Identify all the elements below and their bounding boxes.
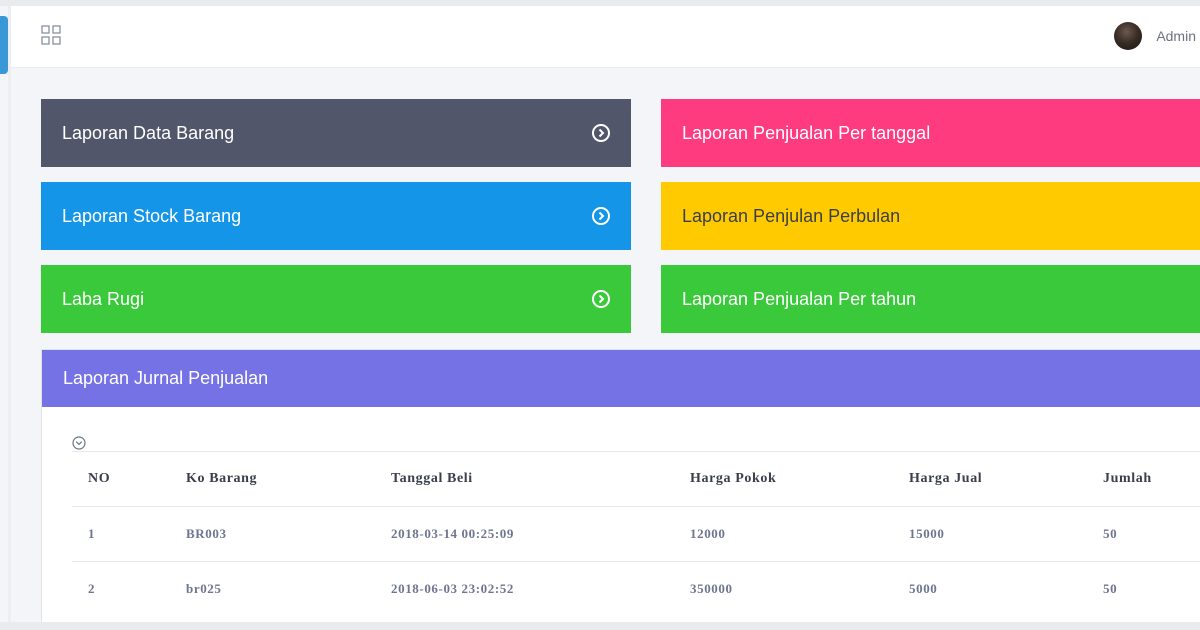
grid-icon[interactable] <box>41 25 61 45</box>
cell-harga-pokok: 350000 <box>674 561 893 617</box>
tile-laporan-penjulan-perbulan[interactable]: Laporan Penjulan Perbulan <box>661 182 1200 250</box>
tile-laba-rugi[interactable]: Laba Rugi <box>41 265 631 333</box>
tile-label: Laporan Stock Barang <box>62 205 242 226</box>
user-menu[interactable]: Admin <box>1114 20 1196 52</box>
user-name[interactable]: Admin <box>1156 28 1196 44</box>
column-header-ko-barang[interactable]: Ko Barang <box>170 451 375 507</box>
tile-label: Laba Rugi <box>62 288 145 309</box>
tile-laporan-penjualan-per-tanggal[interactable]: Laporan Penjualan Per tanggal <box>661 99 1200 167</box>
panel-title: Laporan Jurnal Penjualan <box>63 368 269 388</box>
sidebar-toggle-tab[interactable] <box>0 16 8 74</box>
chevron-down-circle-icon[interactable] <box>72 436 86 450</box>
cell-harga-jual: 15000 <box>893 506 1087 562</box>
tile-label: Laporan Penjulan Perbulan <box>682 205 901 226</box>
cell-harga-jual: 5000 <box>893 561 1087 617</box>
tile-laporan-stock-barang[interactable]: Laporan Stock Barang <box>41 182 631 250</box>
cell-no: 1 <box>72 506 170 562</box>
top-bar: Admin <box>11 6 1200 68</box>
column-header-no[interactable]: NO <box>72 451 170 507</box>
column-header-harga-pokok[interactable]: Harga Pokok <box>674 451 893 507</box>
avatar[interactable] <box>1114 22 1143 50</box>
tile-laporan-penjualan-per-tahun[interactable]: Laporan Penjualan Per tahun <box>661 265 1200 333</box>
table-row: 1 BR003 2018-03-14 00:25:09 12000 15000 … <box>72 506 1200 562</box>
cell-tanggal-beli: 2018-03-14 00:25:09 <box>375 506 674 562</box>
jurnal-penjualan-panel: Laporan Jurnal Penjualan NO Ko Barang Ta… <box>41 349 1200 622</box>
sidebar-edge <box>8 6 11 622</box>
column-header-jumlah[interactable]: Jumlah <box>1087 451 1200 507</box>
cell-tanggal-beli: 2018-06-03 23:02:52 <box>375 561 674 617</box>
tile-label: Laporan Data Barang <box>62 122 235 143</box>
chevron-right-circle-icon[interactable] <box>591 123 611 143</box>
app-frame: Admin Laporan Data Barang Laporan Stock … <box>0 0 1200 630</box>
table-row: 2 br025 2018-06-03 23:02:52 350000 5000 … <box>72 561 1200 617</box>
cell-no: 2 <box>72 561 170 617</box>
cell-ko-barang: br025 <box>170 561 375 617</box>
tile-label: Laporan Penjualan Per tahun <box>682 288 917 309</box>
column-header-tanggal-beli[interactable]: Tanggal Beli <box>375 451 674 507</box>
tile-laporan-data-barang[interactable]: Laporan Data Barang <box>41 99 631 167</box>
tile-label: Laporan Penjualan Per tanggal <box>682 122 931 143</box>
column-header-harga-jual[interactable]: Harga Jual <box>893 451 1087 507</box>
cell-jumlah: 50 <box>1087 561 1200 617</box>
cell-ko-barang: BR003 <box>170 506 375 562</box>
chevron-right-circle-icon[interactable] <box>591 206 611 226</box>
chevron-right-circle-icon[interactable] <box>591 289 611 309</box>
table-header-row: NO Ko Barang Tanggal Beli Harga Pokok Ha… <box>72 451 1200 507</box>
cell-harga-pokok: 12000 <box>674 506 893 562</box>
panel-header: Laporan Jurnal Penjualan <box>42 350 1200 407</box>
cell-jumlah: 50 <box>1087 506 1200 562</box>
jurnal-table: NO Ko Barang Tanggal Beli Harga Pokok Ha… <box>72 451 1200 617</box>
